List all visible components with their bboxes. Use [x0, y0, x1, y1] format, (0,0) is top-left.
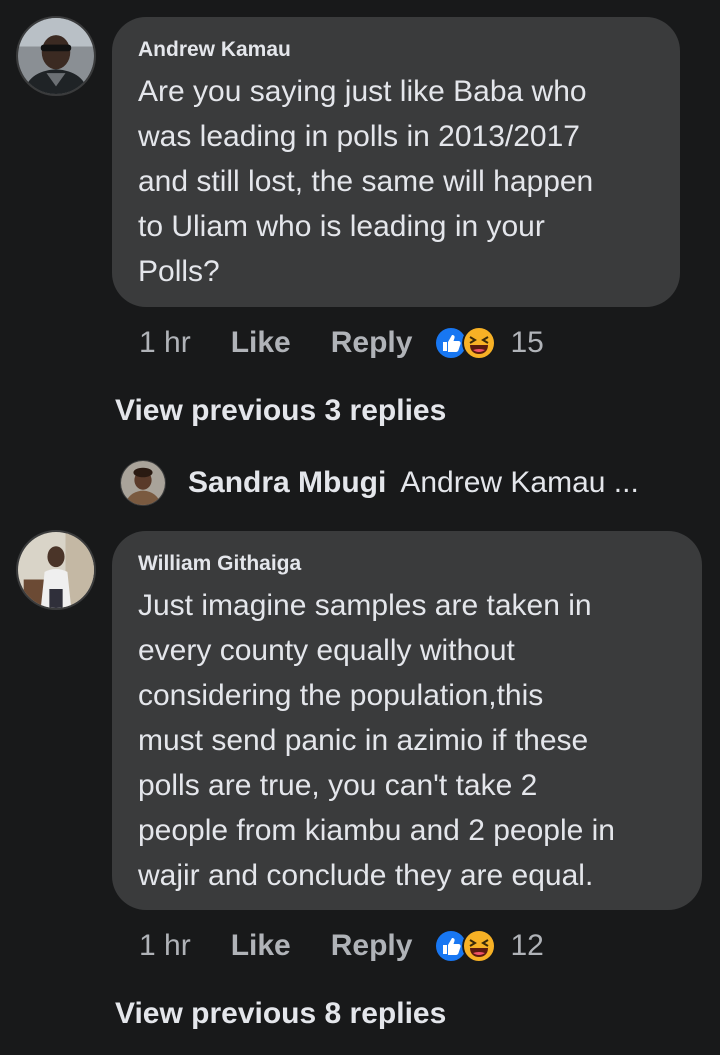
comment-actions: 1 hr Like Reply 15 [139, 323, 544, 363]
haha-reaction-icon [462, 929, 497, 963]
comment-bubble: William Githaiga Just imagine samples ar… [112, 531, 702, 910]
reply-author[interactable]: Sandra Mbugi [188, 466, 386, 500]
comment-text: Just imagine samples are taken in every … [138, 589, 615, 892]
avatar-william-image [18, 532, 94, 608]
comment-time[interactable]: 1 hr [139, 326, 191, 360]
reply-snippet: Andrew Kamau ... [400, 466, 639, 499]
avatar[interactable] [16, 530, 96, 610]
reply-button[interactable]: Reply [331, 326, 413, 360]
avatar [120, 460, 166, 506]
comment-bubble: Andrew Kamau Are you saying just like Ba… [112, 17, 680, 307]
comment-actions: 1 hr Like Reply 12 [139, 926, 544, 966]
avatar-andrew-image [18, 18, 94, 94]
view-previous-replies-link[interactable]: View previous 8 replies [115, 997, 446, 1031]
comment-author[interactable]: Andrew Kamau [138, 39, 654, 60]
haha-reaction-icon [462, 326, 497, 360]
avatar[interactable] [16, 16, 96, 96]
reactions-summary[interactable]: 12 [434, 929, 544, 963]
reaction-count: 15 [510, 326, 544, 359]
comment-text: Are you saying just like Baba who was le… [138, 75, 594, 288]
view-previous-replies-link[interactable]: View previous 3 replies [115, 394, 446, 428]
like-button[interactable]: Like [231, 929, 291, 963]
reply-button[interactable]: Reply [331, 929, 413, 963]
comment-time[interactable]: 1 hr [139, 929, 191, 963]
latest-reply-preview[interactable]: Sandra Mbugi Andrew Kamau ... [120, 460, 639, 506]
like-button[interactable]: Like [231, 326, 291, 360]
avatar-sandra-image [121, 461, 165, 505]
reactions-summary[interactable]: 15 [434, 326, 544, 360]
reaction-count: 12 [510, 929, 544, 962]
comment-author[interactable]: William Githaiga [138, 553, 676, 574]
